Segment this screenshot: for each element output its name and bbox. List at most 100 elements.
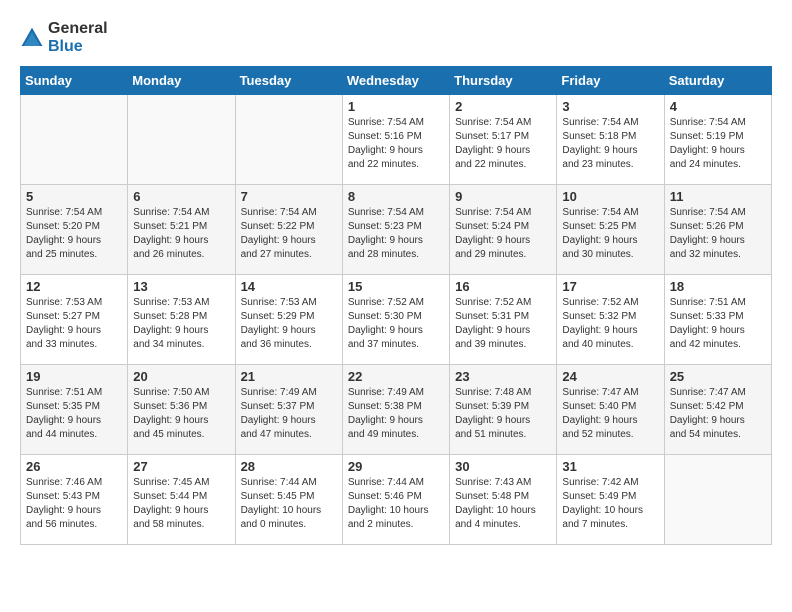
day-info: Sunrise: 7:50 AM Sunset: 5:36 PM Dayligh… [133, 386, 229, 442]
day-cell: 4 Sunrise: 7:54 AM Sunset: 5:19 PM Daylig… [664, 95, 771, 185]
day-header-wednesday: Wednesday [342, 67, 449, 95]
day-cell: 6Sunrise: 7:54 AM Sunset: 5:21 PM Daylig… [128, 185, 235, 275]
logo-blue: Blue [48, 38, 108, 56]
day-info: Sunrise: 7:54 AM Sunset: 5:24 PM Dayligh… [455, 206, 551, 262]
day-number: 11 [670, 189, 766, 204]
day-cell: 20 Sunrise: 7:50 AM Sunset: 5:36 PM Dayli… [128, 365, 235, 455]
day-info: Sunrise: 7:53 AM Sunset: 5:29 PM Dayligh… [241, 296, 337, 352]
day-info: Sunrise: 7:54 AM Sunset: 5:21 PM Dayligh… [133, 206, 229, 262]
day-number: 26 [26, 459, 122, 474]
week-row-2: 5 Sunrise: 7:54 AM Sunset: 5:20 PM Daylig… [21, 185, 772, 275]
day-cell: 7Sunrise: 7:54 AM Sunset: 5:22 PM Daylig… [235, 185, 342, 275]
week-row-1: 1 Sunrise: 7:54 AM Sunset: 5:16 PM Daylig… [21, 95, 772, 185]
day-cell: 17 Sunrise: 7:52 AM Sunset: 5:32 PM Dayli… [557, 275, 664, 365]
day-info: Sunrise: 7:52 AM Sunset: 5:32 PM Dayligh… [562, 296, 658, 352]
day-number: 14 [241, 279, 337, 294]
day-header-tuesday: Tuesday [235, 67, 342, 95]
day-cell: 29Sunrise: 7:44 AM Sunset: 5:46 PM Dayli… [342, 455, 449, 545]
day-info: Sunrise: 7:45 AM Sunset: 5:44 PM Dayligh… [133, 476, 229, 532]
day-info: Sunrise: 7:54 AM Sunset: 5:19 PM Dayligh… [670, 116, 766, 172]
day-info: Sunrise: 7:52 AM Sunset: 5:30 PM Dayligh… [348, 296, 444, 352]
day-cell [664, 455, 771, 545]
day-cell: 5 Sunrise: 7:54 AM Sunset: 5:20 PM Daylig… [21, 185, 128, 275]
day-info: Sunrise: 7:54 AM Sunset: 5:22 PM Dayligh… [241, 206, 337, 262]
day-cell: 11 Sunrise: 7:54 AM Sunset: 5:26 PM Dayli… [664, 185, 771, 275]
day-info: Sunrise: 7:47 AM Sunset: 5:42 PM Dayligh… [670, 386, 766, 442]
day-number: 13 [133, 279, 229, 294]
day-info: Sunrise: 7:43 AM Sunset: 5:48 PM Dayligh… [455, 476, 551, 532]
day-number: 15 [348, 279, 444, 294]
day-cell: 18 Sunrise: 7:51 AM Sunset: 5:33 PM Dayli… [664, 275, 771, 365]
day-info: Sunrise: 7:49 AM Sunset: 5:37 PM Dayligh… [241, 386, 337, 442]
day-number: 4 [670, 99, 766, 114]
logo: General Blue [20, 20, 108, 56]
day-number: 17 [562, 279, 658, 294]
day-number: 16 [455, 279, 551, 294]
day-info: Sunrise: 7:54 AM Sunset: 5:26 PM Dayligh… [670, 206, 766, 262]
header-row: SundayMondayTuesdayWednesdayThursdayFrid… [21, 67, 772, 95]
day-number: 27 [133, 459, 229, 474]
day-cell: 14 Sunrise: 7:53 AM Sunset: 5:29 PM Dayli… [235, 275, 342, 365]
day-number: 19 [26, 369, 122, 384]
day-cell: 22 Sunrise: 7:49 AM Sunset: 5:38 PM Dayli… [342, 365, 449, 455]
day-info: Sunrise: 7:46 AM Sunset: 5:43 PM Dayligh… [26, 476, 122, 532]
day-number: 20 [133, 369, 229, 384]
day-info: Sunrise: 7:48 AM Sunset: 5:39 PM Dayligh… [455, 386, 551, 442]
day-cell: 25 Sunrise: 7:47 AM Sunset: 5:42 PM Dayli… [664, 365, 771, 455]
day-cell: 16 Sunrise: 7:52 AM Sunset: 5:31 PM Dayli… [450, 275, 557, 365]
day-info: Sunrise: 7:54 AM Sunset: 5:16 PM Dayligh… [348, 116, 444, 172]
day-info: Sunrise: 7:52 AM Sunset: 5:31 PM Dayligh… [455, 296, 551, 352]
day-info: Sunrise: 7:49 AM Sunset: 5:38 PM Dayligh… [348, 386, 444, 442]
day-cell: 28 Sunrise: 7:44 AM Sunset: 5:45 PM Dayli… [235, 455, 342, 545]
day-number: 24 [562, 369, 658, 384]
day-number: 23 [455, 369, 551, 384]
day-number: 21 [241, 369, 337, 384]
day-number: 22 [348, 369, 444, 384]
day-number: 18 [670, 279, 766, 294]
day-info: Sunrise: 7:42 AM Sunset: 5:49 PM Dayligh… [562, 476, 658, 532]
day-cell: 15 Sunrise: 7:52 AM Sunset: 5:30 PM Dayli… [342, 275, 449, 365]
day-cell: 3 Sunrise: 7:54 AM Sunset: 5:18 PM Daylig… [557, 95, 664, 185]
page-header: General Blue [20, 20, 772, 56]
day-info: Sunrise: 7:51 AM Sunset: 5:35 PM Dayligh… [26, 386, 122, 442]
day-cell: 2Sunrise: 7:54 AM Sunset: 5:17 PM Daylig… [450, 95, 557, 185]
day-cell: 19 Sunrise: 7:51 AM Sunset: 5:35 PM Dayli… [21, 365, 128, 455]
day-number: 3 [562, 99, 658, 114]
day-info: Sunrise: 7:54 AM Sunset: 5:25 PM Dayligh… [562, 206, 658, 262]
day-header-friday: Friday [557, 67, 664, 95]
day-number: 5 [26, 189, 122, 204]
day-info: Sunrise: 7:44 AM Sunset: 5:46 PM Dayligh… [348, 476, 444, 532]
day-number: 1 [348, 99, 444, 114]
day-info: Sunrise: 7:51 AM Sunset: 5:33 PM Dayligh… [670, 296, 766, 352]
day-info: Sunrise: 7:54 AM Sunset: 5:23 PM Dayligh… [348, 206, 444, 262]
day-number: 25 [670, 369, 766, 384]
day-info: Sunrise: 7:53 AM Sunset: 5:28 PM Dayligh… [133, 296, 229, 352]
day-cell [21, 95, 128, 185]
day-cell: 31 Sunrise: 7:42 AM Sunset: 5:49 PM Dayli… [557, 455, 664, 545]
day-number: 28 [241, 459, 337, 474]
day-cell: 10 Sunrise: 7:54 AM Sunset: 5:25 PM Dayli… [557, 185, 664, 275]
day-number: 2 [455, 99, 551, 114]
week-row-5: 26 Sunrise: 7:46 AM Sunset: 5:43 PM Dayli… [21, 455, 772, 545]
day-cell: 21 Sunrise: 7:49 AM Sunset: 5:37 PM Dayli… [235, 365, 342, 455]
day-number: 31 [562, 459, 658, 474]
day-info: Sunrise: 7:53 AM Sunset: 5:27 PM Dayligh… [26, 296, 122, 352]
day-cell: 23 Sunrise: 7:48 AM Sunset: 5:39 PM Dayli… [450, 365, 557, 455]
day-cell [235, 95, 342, 185]
logo-icon [20, 26, 44, 50]
day-info: Sunrise: 7:54 AM Sunset: 5:20 PM Dayligh… [26, 206, 122, 262]
day-header-saturday: Saturday [664, 67, 771, 95]
day-cell: 26 Sunrise: 7:46 AM Sunset: 5:43 PM Dayli… [21, 455, 128, 545]
day-number: 10 [562, 189, 658, 204]
day-info: Sunrise: 7:54 AM Sunset: 5:18 PM Dayligh… [562, 116, 658, 172]
week-row-4: 19 Sunrise: 7:51 AM Sunset: 5:35 PM Dayli… [21, 365, 772, 455]
day-cell [128, 95, 235, 185]
day-cell: 27 Sunrise: 7:45 AM Sunset: 5:44 PM Dayli… [128, 455, 235, 545]
day-number: 8 [348, 189, 444, 204]
day-number: 30 [455, 459, 551, 474]
week-row-3: 12 Sunrise: 7:53 AM Sunset: 5:27 PM Dayli… [21, 275, 772, 365]
day-cell: 9Sunrise: 7:54 AM Sunset: 5:24 PM Daylig… [450, 185, 557, 275]
calendar-table: SundayMondayTuesdayWednesdayThursdayFrid… [20, 66, 772, 545]
day-number: 12 [26, 279, 122, 294]
day-info: Sunrise: 7:44 AM Sunset: 5:45 PM Dayligh… [241, 476, 337, 532]
